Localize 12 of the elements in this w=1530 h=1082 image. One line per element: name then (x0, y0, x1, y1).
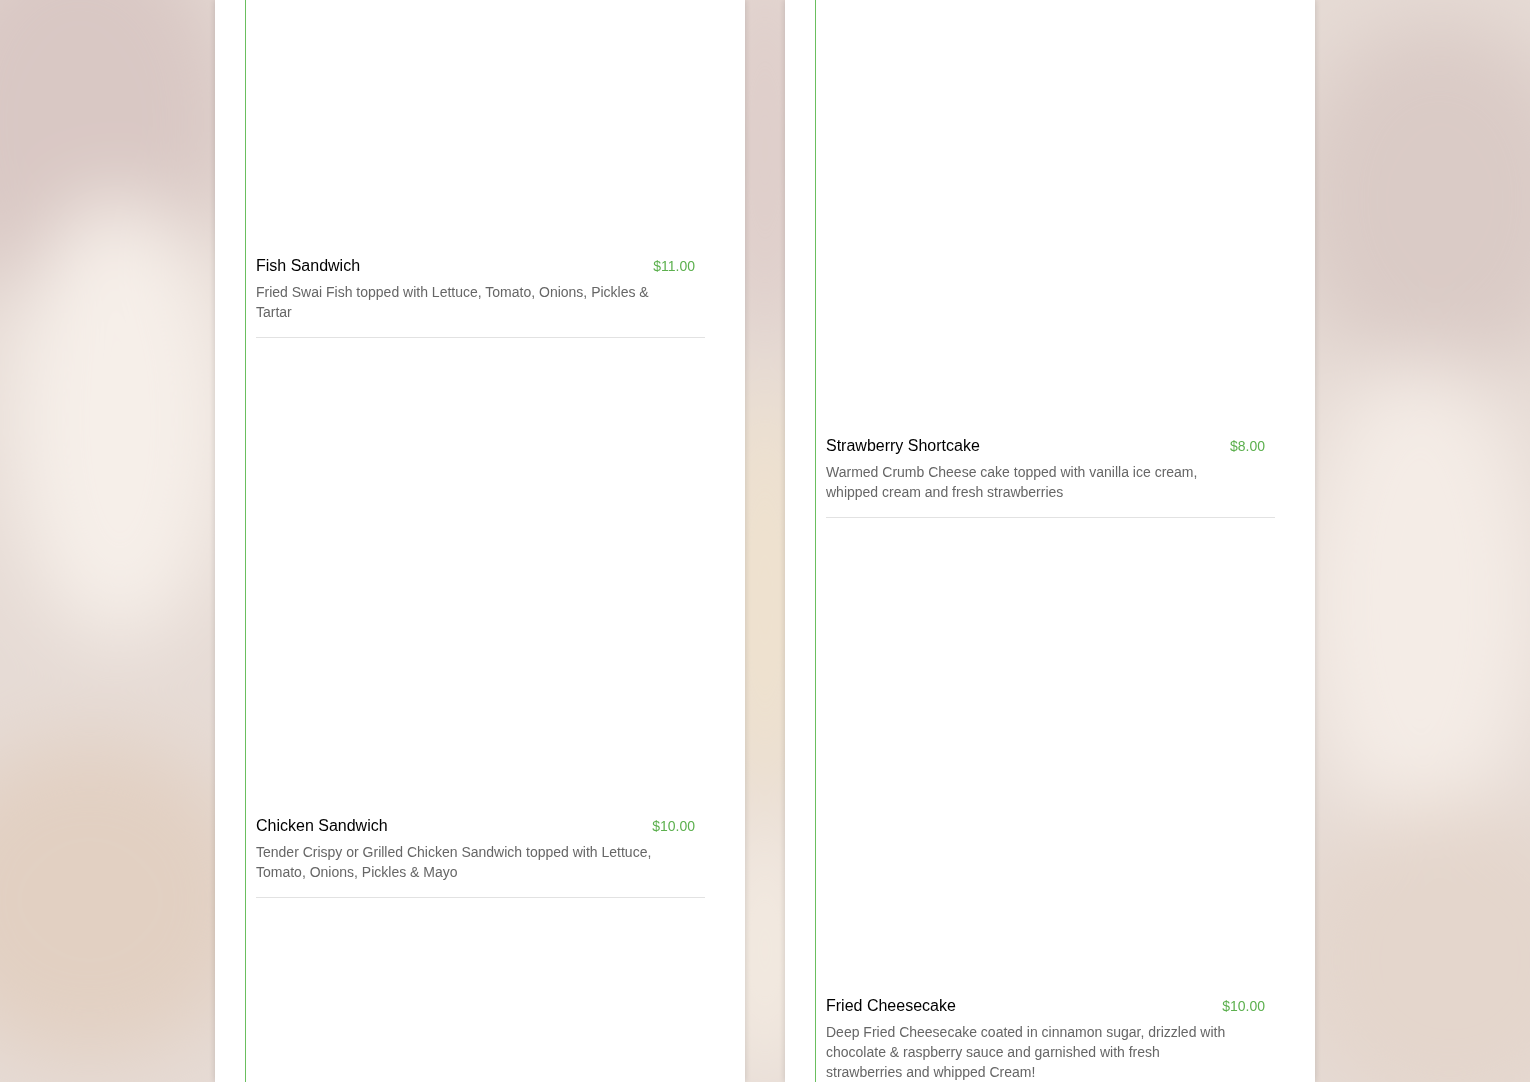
item-description: Fried Swai Fish topped with Lettuce, Tomato, Onions, Pickles & Tartar (256, 283, 650, 322)
item-description: Tender Crispy or Grilled Chicken Sandwich topped with Lettuce, Tomato, Onions, Pickles & Mayo (256, 843, 653, 882)
item-price: $8.00 (1229, 436, 1265, 456)
item-name: Strawberry Shortcake (826, 436, 980, 456)
item-price: $11.00 (653, 256, 695, 276)
item-description: Warmed Crumb Cheese cake topped with vanilla ice cream, whipped cream and fresh strawberries (826, 463, 1199, 502)
item-name: Fried Cheesecake (826, 996, 956, 1016)
item-name: Fish Sandwich (256, 256, 361, 276)
item-description: Deep Fried Cheesecake coated in cinnamon sugar, drizzled with chocolate & raspberry sauce and garnished with fresh strawberries and whipped Cream! (826, 1023, 1227, 1082)
item-name: Chicken Sandwich (256, 816, 388, 836)
item-price: $10.00 (1222, 996, 1265, 1016)
item-price: $10.00 (652, 816, 695, 836)
